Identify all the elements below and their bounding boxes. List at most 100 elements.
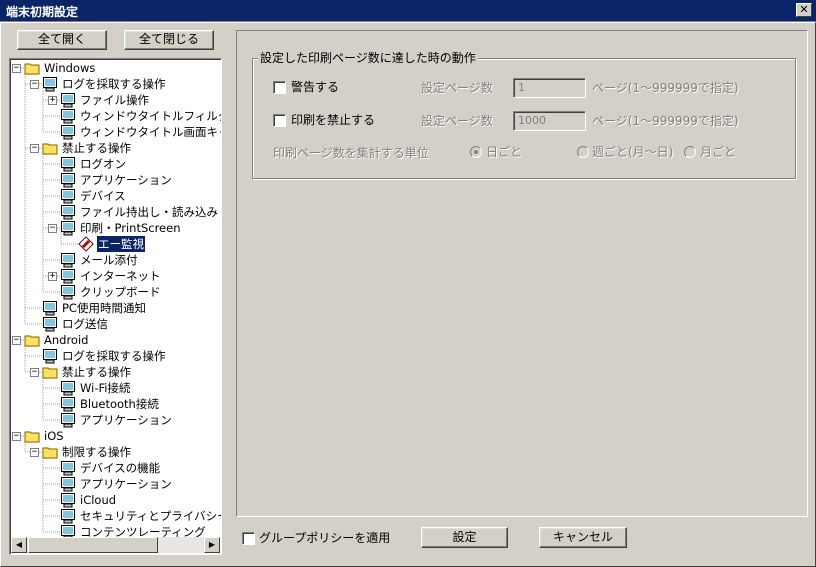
block-pages-input[interactable]: 1000	[513, 111, 586, 131]
warn-pages-input[interactable]: 1	[513, 78, 586, 98]
collapse-icon[interactable]: −	[30, 80, 39, 89]
tree-item[interactable]: デバイスの機能	[10, 460, 220, 476]
folder-icon	[42, 444, 58, 460]
tree-item-label: 印刷・PrintScreen	[80, 221, 181, 235]
tree-item-label: セキュリティとプライバシー	[80, 509, 222, 523]
tree-item[interactable]: + ファイル操作	[10, 92, 220, 108]
unit-monthly-radio[interactable]	[684, 146, 696, 158]
scroll-left-button[interactable]: ◀	[11, 537, 27, 553]
computer-icon	[60, 476, 76, 492]
tree-item[interactable]: Wi-Fi接続	[10, 380, 220, 396]
cancel-button[interactable]: キャンセル	[539, 527, 627, 548]
computer-icon	[60, 220, 76, 236]
tree-item[interactable]: Bluetooth接続	[10, 396, 220, 412]
tree-item[interactable]: クリップボード	[10, 284, 220, 300]
folder-icon	[42, 140, 58, 156]
apply-button[interactable]: 設定	[421, 527, 508, 548]
group-policy-checkbox[interactable]	[242, 532, 255, 545]
tree-item-label: 禁止する操作	[62, 365, 131, 379]
collapse-icon[interactable]: −	[30, 368, 39, 377]
tree-item[interactable]: − 禁止する操作	[10, 364, 220, 380]
tree-item[interactable]: アプリケーション	[10, 476, 220, 492]
tree-item[interactable]: アプリケーション	[10, 412, 220, 428]
warn-pages-hint: ページ(1〜999999で指定)	[592, 81, 739, 95]
tree-item-label: iCloud	[80, 493, 117, 507]
unit-weekly-label: 週ごと(月〜日)	[592, 145, 674, 159]
computer-icon	[60, 92, 76, 108]
tree-item-label: エー監視	[96, 235, 146, 253]
tree-item-label: インターネット	[80, 269, 161, 283]
expand-icon[interactable]: +	[48, 96, 57, 105]
tree-item[interactable]: ログを採取する操作	[10, 348, 220, 364]
tree-item-label: Bluetooth接続	[80, 397, 159, 411]
block-print-checkbox[interactable]	[273, 114, 286, 127]
tree-item[interactable]: ファイル持出し・読み込み	[10, 204, 220, 220]
tree-item[interactable]: デバイス	[10, 188, 220, 204]
tree-item[interactable]: − 印刷・PrintScreen	[10, 220, 220, 236]
collapse-icon[interactable]: −	[48, 224, 57, 233]
computer-icon	[60, 380, 76, 396]
tree-item[interactable]: − Windows	[10, 60, 220, 76]
computer-icon	[60, 204, 76, 220]
collapse-icon[interactable]: −	[12, 64, 21, 73]
tree-item-label: ファイル操作	[80, 93, 149, 107]
folder-icon	[24, 60, 40, 76]
title-bar: 端末初期設定 ✕	[0, 0, 816, 22]
collapse-icon[interactable]: −	[12, 432, 21, 441]
warn-checkbox[interactable]	[273, 81, 286, 94]
tree-item[interactable]: − Android	[10, 332, 220, 348]
print-limit-group-title: 設定した印刷ページ数に達した時の動作	[258, 51, 478, 65]
tree-item[interactable]: + インターネット	[10, 268, 220, 284]
computer-icon	[42, 316, 58, 332]
computer-icon	[60, 284, 76, 300]
tree-item[interactable]: エー監視	[10, 235, 220, 253]
tree-item-label: iOS	[44, 429, 64, 443]
tree-item[interactable]: iCloud	[10, 492, 220, 508]
horizontal-scrollbar[interactable]: ◀ ▶	[11, 537, 220, 553]
expand-all-button[interactable]: 全て開く	[17, 30, 107, 50]
scroll-thumb[interactable]	[28, 537, 158, 553]
tree-item-label: Android	[44, 333, 89, 347]
tree-item-label: ログ送信	[62, 317, 108, 331]
computer-icon	[60, 412, 76, 428]
tree-item[interactable]: − 禁止する操作	[10, 140, 220, 156]
tree-item[interactable]: ウィンドウタイトル画面キャ	[10, 124, 221, 140]
tree-item-label: Wi-Fi接続	[80, 381, 131, 395]
scroll-right-button[interactable]: ▶	[204, 537, 220, 553]
settings-tree[interactable]: − Windows − ログを採取する操作 + ファイル操作 ウィンドウタイトルフィルタ ウィ…	[9, 58, 222, 555]
window-title: 端末初期設定	[6, 5, 79, 19]
tree-item[interactable]: ログオン	[10, 156, 220, 172]
collapse-all-button[interactable]: 全て閉じる	[124, 30, 214, 50]
tree-item[interactable]: − 制限する操作	[10, 444, 220, 460]
group-policy-label: グループポリシーを適用	[259, 531, 391, 545]
computer-icon	[60, 252, 76, 268]
warn-pages-label: 設定ページ数	[421, 81, 493, 95]
tree-item[interactable]: アプリケーション	[10, 172, 220, 188]
folder-icon	[24, 332, 40, 348]
computer-icon	[60, 188, 76, 204]
unit-daily-radio[interactable]	[470, 146, 482, 158]
close-button[interactable]: ✕	[796, 3, 812, 17]
collapse-icon[interactable]: −	[12, 336, 21, 345]
computer-icon	[60, 396, 76, 412]
expand-icon[interactable]: +	[48, 272, 57, 281]
unit-weekly-radio[interactable]	[577, 146, 589, 158]
tree-item[interactable]: ウィンドウタイトルフィルタ	[10, 108, 222, 124]
tree-item[interactable]: セキュリティとプライバシー	[10, 508, 222, 524]
collapse-icon[interactable]: −	[30, 144, 39, 153]
block-pages-hint: ページ(1〜999999で指定)	[592, 114, 739, 128]
tree-item[interactable]: ログ送信	[10, 316, 220, 332]
pencil-icon	[78, 236, 94, 252]
folder-icon	[42, 364, 58, 380]
count-unit-label: 印刷ページ数を集計する単位	[273, 146, 429, 160]
tree-item-label: 制限する操作	[62, 445, 131, 459]
tree-item[interactable]: − ログを採取する操作	[10, 76, 220, 92]
block-pages-label: 設定ページ数	[421, 114, 493, 128]
tree-item[interactable]: − iOS	[10, 428, 220, 444]
collapse-icon[interactable]: −	[30, 448, 39, 457]
tree-item-label: デバイス	[80, 189, 126, 203]
arrow-left-icon: ◀	[15, 540, 23, 549]
tree-item-label: ウィンドウタイトルフィルタ	[80, 109, 222, 123]
tree-item[interactable]: メール添付	[10, 252, 220, 268]
tree-item[interactable]: PC使用時間通知	[10, 300, 220, 316]
